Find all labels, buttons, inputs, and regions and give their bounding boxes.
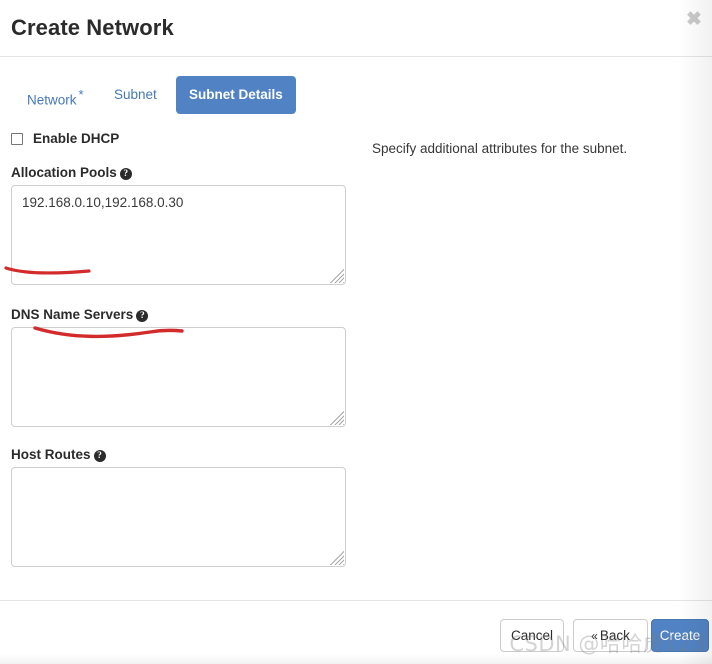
allocation-pools-field: Allocation Pools? [11, 165, 346, 285]
page-title: Create Network [11, 15, 174, 40]
tab-subnet-details[interactable]: Subnet Details [176, 76, 296, 114]
allocation-pools-label: Allocation Pools? [11, 165, 346, 180]
close-icon[interactable]: ✖ [681, 7, 707, 33]
allocation-pools-label-text: Allocation Pools [11, 165, 117, 180]
modal-header: Create Network ✖ [0, 0, 712, 57]
modal-footer: Cancel «Back Create [0, 600, 712, 664]
dns-name-servers-label-text: DNS Name Servers [11, 307, 134, 322]
dns-name-servers-input-holder [11, 327, 346, 427]
create-network-modal: Create Network ✖ Network * Subnet Subnet … [0, 0, 712, 664]
tab-network-label: Network [27, 92, 77, 108]
chevron-left-icon: « [591, 629, 598, 643]
host-routes-label: Host Routes? [11, 447, 346, 462]
allocation-pools-input-holder [11, 185, 346, 285]
enable-dhcp-checkbox[interactable] [11, 133, 23, 145]
help-icon[interactable]: ? [93, 450, 106, 462]
host-routes-label-text: Host Routes [11, 447, 91, 462]
allocation-pools-input[interactable] [11, 185, 346, 285]
modal-body: Enable DHCP Allocation Pools? DNS Name S… [0, 120, 712, 595]
back-button-label: Back [599, 628, 630, 643]
tab-subnet-details-label: Subnet Details [189, 87, 283, 102]
help-icon[interactable]: ? [136, 310, 149, 322]
wizard-tabs: Network * Subnet Subnet Details [0, 76, 400, 116]
host-routes-field: Host Routes? [11, 447, 346, 567]
help-panel-text: Specify additional attributes for the su… [372, 141, 628, 156]
cancel-button[interactable]: Cancel [500, 619, 564, 652]
host-routes-input[interactable] [11, 467, 346, 567]
dns-name-servers-field: DNS Name Servers? [11, 307, 346, 427]
help-icon[interactable]: ? [119, 168, 132, 180]
dns-name-servers-label: DNS Name Servers? [11, 307, 346, 322]
host-routes-input-holder [11, 467, 346, 567]
create-button[interactable]: Create [651, 619, 709, 652]
enable-dhcp-label[interactable]: Enable DHCP [33, 131, 119, 146]
dns-name-servers-input[interactable] [11, 327, 346, 427]
back-button[interactable]: «Back [573, 619, 648, 652]
tab-subnet[interactable]: Subnet [101, 76, 170, 114]
tab-network-required-marker: * [78, 87, 84, 102]
tab-subnet-label: Subnet [114, 87, 157, 102]
tab-network[interactable]: Network * [14, 76, 97, 114]
